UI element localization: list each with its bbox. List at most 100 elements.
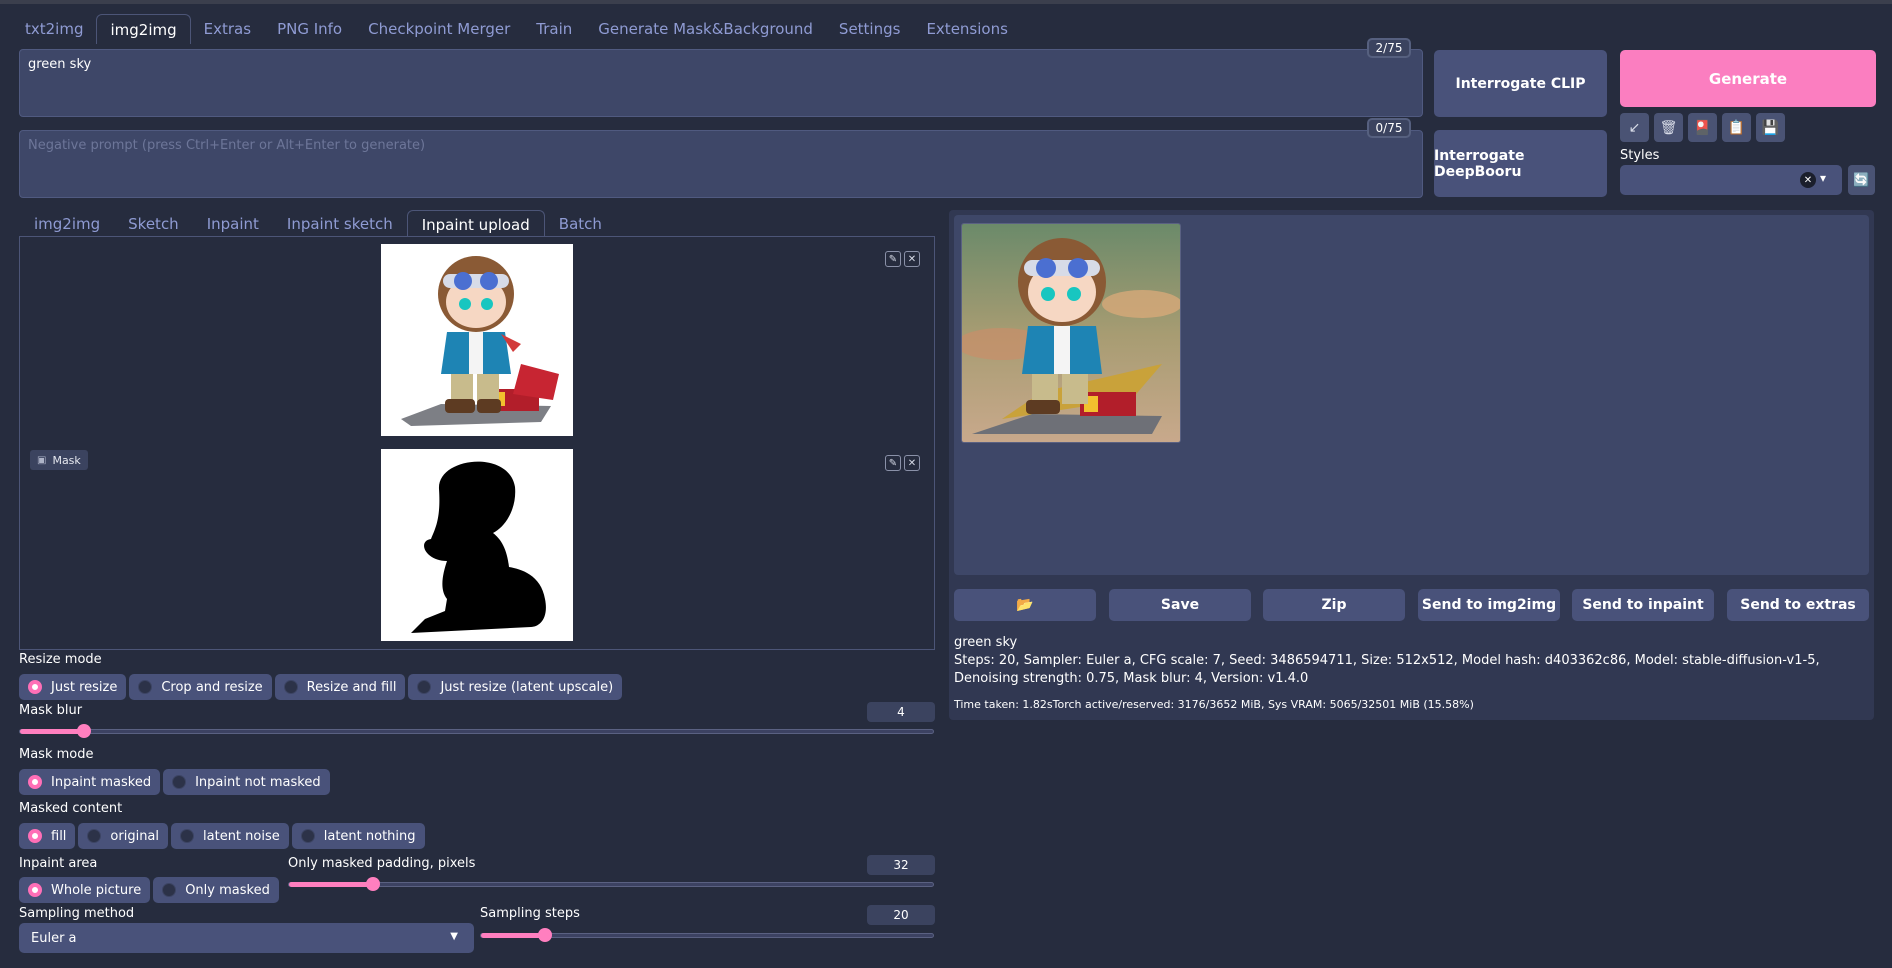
slider-handle[interactable] [77, 724, 91, 738]
slider-handle[interactable] [366, 877, 380, 891]
arrow-icon[interactable]: ↙ [1620, 113, 1649, 142]
sampling-steps-label: Sampling steps [480, 906, 580, 921]
radio-label: Only masked [185, 882, 270, 898]
inpaint-area-label: Inpaint area [19, 856, 98, 871]
tab-png-info[interactable]: PNG Info [264, 14, 355, 44]
radio-dot [28, 829, 42, 843]
slider-handle[interactable] [538, 928, 552, 942]
radio-whole-picture[interactable]: Whole picture [19, 877, 151, 903]
slider-fill [20, 729, 84, 734]
resize-mode-group: Just resize Crop and resize Resize and f… [19, 674, 623, 700]
tab-txt2img[interactable]: txt2img [12, 14, 96, 44]
subtab-inpaint-sketch[interactable]: Inpaint sketch [273, 210, 407, 239]
prompt-token-counter: 2/75 [1367, 38, 1411, 58]
interrogate-deepbooru-button[interactable]: Interrogate DeepBooru [1434, 130, 1607, 197]
tab-extras[interactable]: Extras [191, 14, 264, 44]
radio-inpaint-masked[interactable]: Inpaint masked [19, 769, 161, 795]
send-to-inpaint-button[interactable]: Send to inpaint [1572, 589, 1714, 621]
close-icon[interactable]: ✕ [904, 251, 920, 267]
mask-close-icon[interactable]: ✕ [904, 455, 920, 471]
radio-label: Resize and fill [306, 679, 397, 695]
save-style-icon[interactable]: 💾 [1756, 113, 1785, 142]
radio-just-resize-latent[interactable]: Just resize (latent upscale) [408, 674, 623, 700]
source-image-figure [401, 256, 559, 426]
padding-slider[interactable] [288, 877, 934, 891]
clear-icon[interactable]: ✕ [1800, 172, 1816, 188]
mask-image[interactable] [381, 449, 573, 641]
sampling-method-label: Sampling method [19, 906, 135, 921]
tab-checkpoint-merger[interactable]: Checkpoint Merger [355, 14, 523, 44]
radio-just-resize[interactable]: Just resize [19, 674, 127, 700]
radio-dot [172, 775, 187, 789]
radio-dot [28, 775, 42, 789]
radio-dot [417, 680, 432, 694]
radio-label: latent nothing [323, 828, 416, 844]
radio-only-masked[interactable]: Only masked [153, 877, 279, 903]
radio-resize-and-fill[interactable]: Resize and fill [274, 674, 406, 700]
tab-extensions[interactable]: Extensions [913, 14, 1020, 44]
radio-inpaint-not-masked[interactable]: Inpaint not masked [163, 769, 330, 795]
radio-fill[interactable]: fill [19, 823, 76, 849]
folder-icon: 📂 [1016, 597, 1034, 613]
masked-content-label: Masked content [19, 801, 123, 816]
output-image[interactable] [961, 223, 1181, 443]
info-params: Steps: 20, Sampler: Euler a, CFG scale: … [954, 653, 1820, 686]
tab-train[interactable]: Train [523, 14, 585, 44]
output-gallery [954, 215, 1869, 575]
source-image[interactable] [381, 244, 573, 436]
radio-label: Inpaint not masked [195, 774, 321, 790]
subtab-batch[interactable]: Batch [545, 210, 616, 239]
style-card-icon[interactable]: 🎴 [1688, 113, 1717, 142]
sampling-method-value: Euler a [31, 930, 77, 946]
clipboard-icon[interactable]: 📋 [1722, 113, 1751, 142]
radio-dot [28, 883, 42, 897]
negative-prompt-token-counter: 0/75 [1367, 118, 1411, 138]
edit-icon[interactable]: ✎ [885, 251, 901, 267]
negative-prompt-input[interactable]: Negative prompt (press Ctrl+Enter or Alt… [19, 130, 1423, 198]
radio-dot [138, 680, 153, 694]
radio-original[interactable]: original [78, 823, 169, 849]
subtab-img2img[interactable]: img2img [20, 210, 114, 239]
styles-dropdown[interactable]: ✕ ▾ [1620, 165, 1842, 195]
open-folder-button[interactable]: 📂 [954, 589, 1096, 621]
tab-settings[interactable]: Settings [826, 14, 914, 44]
mask-blur-slider[interactable] [19, 724, 934, 738]
styles-label: Styles [1620, 148, 1660, 163]
interrogate-clip-button[interactable]: Interrogate CLIP [1434, 50, 1607, 117]
radio-latent-nothing[interactable]: latent nothing [291, 823, 425, 849]
image-icon: ▣ [37, 454, 47, 466]
trash-icon[interactable]: 🗑 [1654, 113, 1683, 142]
padding-value[interactable]: 32 [867, 855, 935, 875]
chevron-down-icon: ▼ [450, 931, 458, 942]
radio-label: fill [51, 828, 67, 844]
prompt-input[interactable]: green sky [19, 49, 1423, 117]
resize-mode-label: Resize mode [19, 652, 102, 667]
mask-blur-value[interactable]: 4 [867, 702, 935, 722]
refresh-icon[interactable]: 🔄 [1848, 165, 1875, 195]
subtab-inpaint[interactable]: Inpaint [193, 210, 273, 239]
radio-latent-noise[interactable]: latent noise [171, 823, 289, 849]
radio-dot [162, 883, 177, 897]
radio-label: original [110, 828, 160, 844]
chevron-down-icon: ▾ [1820, 171, 1827, 185]
mask-blur-label: Mask blur [19, 703, 83, 718]
send-to-extras-button[interactable]: Send to extras [1727, 589, 1869, 621]
subtab-sketch[interactable]: Sketch [114, 210, 193, 239]
window-top-border [0, 0, 1892, 4]
sampling-method-dropdown[interactable]: Euler a ▼ [19, 923, 474, 953]
prompt-text: green sky [28, 57, 92, 72]
save-button[interactable]: Save [1109, 589, 1251, 621]
mask-edit-icon[interactable]: ✎ [885, 455, 901, 471]
radio-crop-and-resize[interactable]: Crop and resize [129, 674, 272, 700]
subtab-inpaint-upload[interactable]: Inpaint upload [406, 210, 545, 239]
send-to-img2img-button[interactable]: Send to img2img [1418, 589, 1560, 621]
radio-dot [87, 829, 102, 843]
tab-img2img[interactable]: img2img [96, 14, 191, 44]
tab-generate-mask[interactable]: Generate Mask&Background [585, 14, 826, 44]
inpaint-area-group: Whole picture Only masked [19, 877, 279, 903]
generate-button[interactable]: Generate [1620, 50, 1876, 107]
zip-button[interactable]: Zip [1263, 589, 1405, 621]
sampling-steps-slider[interactable] [480, 928, 934, 942]
radio-dot [28, 680, 42, 694]
sampling-steps-value[interactable]: 20 [867, 905, 935, 925]
